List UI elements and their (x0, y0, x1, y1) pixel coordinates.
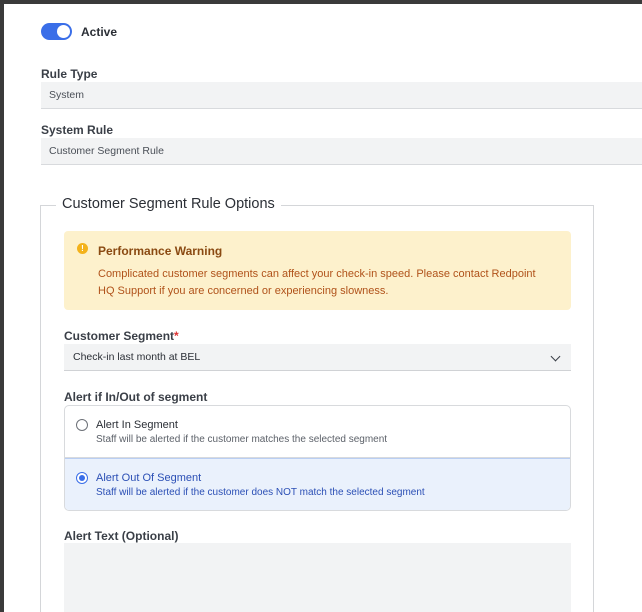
rule-type-label: Rule Type (41, 67, 98, 81)
customer-segment-value: Check-in last month at BEL (73, 351, 201, 363)
system-rule-label: System Rule (41, 123, 114, 137)
alert-mode-label: Alert if In/Out of segment (64, 390, 208, 404)
exclamation-circle-icon: ! (77, 243, 88, 254)
active-toggle-row: Active (41, 23, 117, 40)
active-toggle[interactable] (41, 23, 72, 40)
active-label: Active (81, 24, 118, 39)
radio-option-alert-in[interactable]: Alert In Segment Staff will be alerted i… (65, 406, 570, 458)
alert-mode-radio-group: Alert In Segment Staff will be alerted i… (64, 405, 571, 511)
rule-type-field: System (41, 82, 642, 109)
customer-segment-label-text: Customer Segment (64, 329, 175, 343)
customer-segment-select[interactable]: Check-in last month at BEL (64, 344, 571, 371)
customer-segment-label: Customer Segment* (64, 329, 179, 343)
warning-title: Performance Warning (98, 244, 223, 258)
radio-alert-out[interactable] (76, 472, 88, 484)
radio-title: Alert In Segment (96, 419, 178, 431)
toggle-knob (57, 25, 70, 38)
alert-text-label: Alert Text (Optional) (64, 529, 179, 543)
alert-text-input[interactable] (64, 543, 571, 612)
radio-alert-in[interactable] (76, 419, 88, 431)
radio-description: Staff will be alerted if the customer ma… (96, 434, 388, 445)
radio-option-alert-out[interactable]: Alert Out Of Segment Staff will be alert… (65, 458, 570, 510)
radio-title: Alert Out Of Segment (96, 472, 202, 484)
segment-options-legend: Customer Segment Rule Options (56, 196, 281, 212)
warning-body: Complicated customer segments can affect… (98, 268, 536, 297)
required-mark: * (174, 329, 179, 343)
radio-description: Staff will be alerted if the customer do… (96, 487, 425, 498)
system-rule-field: Customer Segment Rule (41, 138, 642, 165)
chevron-down-icon (550, 351, 561, 362)
performance-warning: ! Performance Warning Complicated custom… (64, 231, 571, 310)
rule-editor-panel: Active Rule Type System System Rule Cust… (4, 4, 642, 612)
